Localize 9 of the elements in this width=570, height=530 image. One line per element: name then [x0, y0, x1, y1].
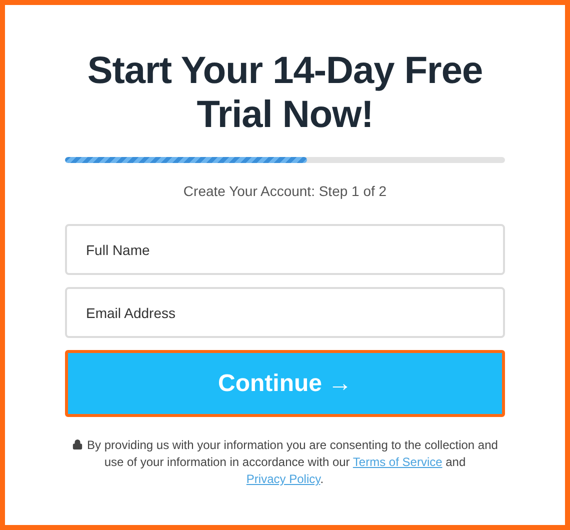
- input-field[interactable]: Full Name: [65, 224, 505, 275]
- consent-text: By providing us with your information you are consenting to the collection and use of your information in accordance with our Terms of Service and Privacy Policy.: [65, 437, 505, 488]
- lock-icon: [72, 439, 84, 450]
- page-title: Start Your 14-Day Free Trial Now!: [86, 49, 484, 137]
- terms-link[interactable]: Terms of Service: [352, 455, 442, 469]
- input-field[interactable]: Email Address: [65, 287, 505, 338]
- privacy-link[interactable]: Privacy Policy: [246, 472, 320, 486]
- step-label: Create Your Account: Step 1 of 2: [183, 182, 387, 201]
- continue-button[interactable]: Continue →: [65, 350, 505, 417]
